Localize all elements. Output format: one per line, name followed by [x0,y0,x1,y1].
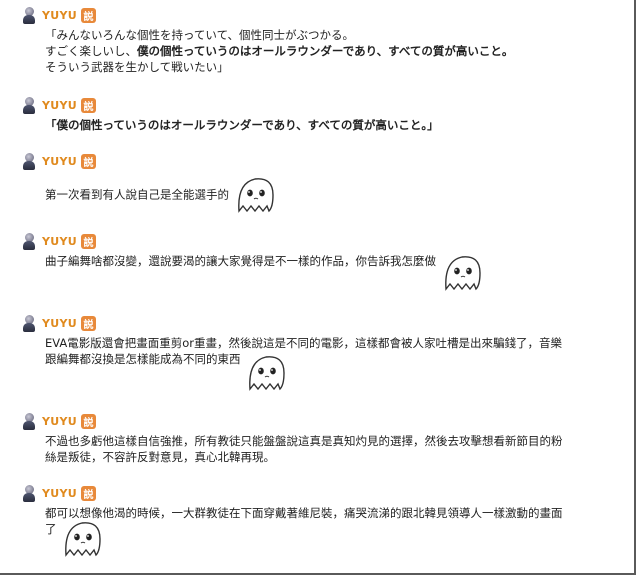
comment-type-badge: 説 [81,7,96,23]
ghost-emoticon-icon [60,517,104,561]
comment-type-badge: 説 [81,97,96,113]
avatar[interactable] [22,484,36,502]
comment-item: YUYU 説 都可以想像他渴的時候，一大群教徒在下面穿戴著維尼裝，痛哭流涕的跟北… [22,484,622,561]
comment-item: YUYU 説 第一次看到有人說自己是全能選手的 [22,152,622,217]
comment-type-badge: 説 [81,153,96,169]
username[interactable]: YUYU [42,487,77,500]
comment-text: 曲子編舞啥都沒變，還說要渴的讓大家覺得是不一樣的作品，你告訴我怎麼做 [45,253,622,295]
emphasized-text: 僕の個性っていうのはオールラウンダーであり、すべての質が高いこと。 [137,44,514,58]
comment-type-badge: 説 [81,315,96,331]
comment-text: 都可以想像他渴的時候，一大群教徒在下面穿戴著維尼裝，痛哭流涕的跟北韓見領導人一樣… [45,505,622,561]
username[interactable]: YUYU [42,235,77,248]
comment-type-badge: 説 [81,485,96,501]
comment-item: YUYU 説 「みんないろんな個性を持っていて、個性同士がぶつかる。 すごく楽し… [22,6,622,75]
username[interactable]: YUYU [42,99,77,112]
avatar[interactable] [22,412,36,430]
username[interactable]: YUYU [42,9,77,22]
comment-item: YUYU 説 EVA電影版還會把畫面重剪or重畫，然後說這是不同的電影，這樣都會… [22,314,622,395]
comment-type-badge: 説 [81,413,96,429]
comment-text: 不過也多虧他這樣自信強推，所有教徒只能盤盤說這真是真知灼見的選擇，然後去攻擊想看… [45,434,563,464]
comment-text: EVA電影版還會把畫面重剪or重畫，然後說這是不同的電影，這樣都會被人家吐槽是出… [45,335,622,395]
username[interactable]: YUYU [42,155,77,168]
avatar[interactable] [22,152,36,170]
ghost-emoticon-icon [440,251,484,295]
comment-item: YUYU 説 不過也多虧他這樣自信強推，所有教徒只能盤盤說這真是真知灼見的選擇，… [22,412,622,465]
comment-item: YUYU 説 「僕の個性っていうのはオールラウンダーであり、すべての質が高いこと… [22,96,622,133]
avatar[interactable] [22,96,36,114]
comment-item: YUYU 説 曲子編舞啥都沒變，還說要渴的讓大家覺得是不一樣的作品，你告訴我怎麼… [22,232,622,295]
avatar[interactable] [22,314,36,332]
comment-type-badge: 説 [81,233,96,249]
avatar[interactable] [22,6,36,24]
ghost-emoticon-icon [233,173,277,217]
comment-text: 第一次看到有人說自己是全能選手的 [45,173,622,217]
username[interactable]: YUYU [42,317,77,330]
ghost-emoticon-icon [244,351,288,395]
avatar[interactable] [22,232,36,250]
comment-text: 「僕の個性っていうのはオールラウンダーであり、すべての質が高いこと。」 [45,118,439,132]
comment-text: 「みんないろんな個性を持っていて、個性同士がぶつかる。 すごく楽しいし、僕の個性… [45,28,514,74]
username[interactable]: YUYU [42,415,77,428]
